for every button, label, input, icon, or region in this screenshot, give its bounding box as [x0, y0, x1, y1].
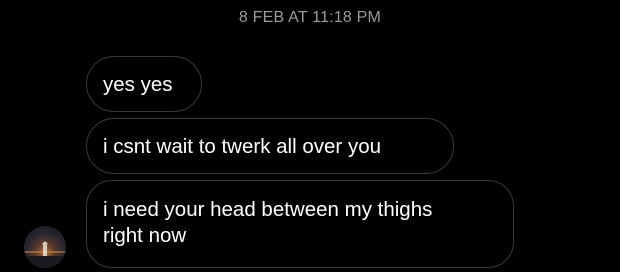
message-text: i csnt wait to twerk all over you: [103, 135, 381, 158]
message-text-line: i need your head between my thighs: [103, 198, 433, 221]
sender-avatar[interactable]: [24, 226, 66, 268]
message-bubble[interactable]: i csnt wait to twerk all over you: [86, 118, 454, 174]
message-text: yes yes: [103, 73, 173, 96]
message-text-line: right now: [103, 224, 187, 247]
avatar-photo-icon: [24, 241, 66, 268]
message-timestamp: 8 FEB AT 11:18 PM: [238, 9, 382, 26]
message-bubble[interactable]: i need your head between my thighs right…: [86, 180, 514, 268]
message-bubble[interactable]: yes yes: [86, 56, 202, 112]
